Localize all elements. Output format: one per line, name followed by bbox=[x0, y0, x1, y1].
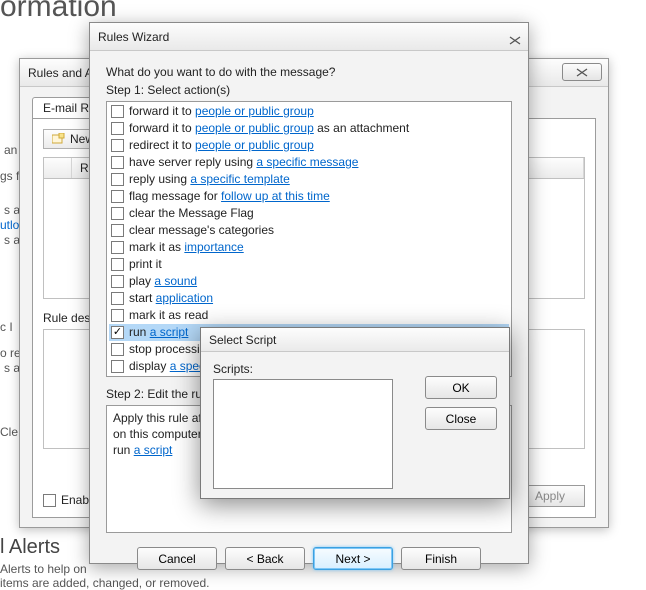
dialog-title: Select Script bbox=[209, 333, 276, 347]
scripts-listbox[interactable] bbox=[213, 379, 393, 489]
action-checkbox[interactable] bbox=[111, 173, 124, 186]
action-label: start application bbox=[129, 291, 213, 306]
action-label: mark it as importance bbox=[129, 240, 244, 255]
action-label: play a sound bbox=[129, 274, 197, 289]
action-row[interactable]: mark it as importance bbox=[109, 239, 509, 256]
action-checkbox[interactable] bbox=[111, 224, 124, 237]
scripts-label: Scripts: bbox=[213, 362, 413, 376]
close-icon bbox=[575, 68, 589, 77]
bg-text: Alerts to help on bbox=[0, 562, 87, 576]
action-value-link[interactable]: people or public group bbox=[195, 104, 314, 118]
select-script-dialog: Select Script Scripts: OK Close bbox=[200, 327, 510, 499]
action-label: forward it to people or public group as … bbox=[129, 121, 409, 136]
action-row[interactable]: print it bbox=[109, 256, 509, 273]
desc-text: run bbox=[113, 443, 134, 457]
action-checkbox[interactable] bbox=[111, 156, 124, 169]
close-button[interactable] bbox=[508, 27, 522, 55]
action-value-link[interactable]: a script bbox=[150, 325, 189, 339]
action-checkbox[interactable] bbox=[111, 139, 124, 152]
action-checkbox[interactable] bbox=[111, 190, 124, 203]
enable-rss-checkbox[interactable] bbox=[43, 494, 56, 507]
action-label: reply using a specific template bbox=[129, 172, 290, 187]
wizard-question: What do you want to do with the message? bbox=[106, 65, 512, 79]
ok-button[interactable]: OK bbox=[425, 376, 497, 399]
new-rule-icon bbox=[52, 133, 66, 145]
page-heading: ormation bbox=[0, 0, 117, 24]
action-row[interactable]: redirect it to people or public group bbox=[109, 137, 509, 154]
bg-text: an bbox=[4, 143, 17, 157]
cancel-button[interactable]: Cancel bbox=[137, 547, 217, 570]
action-label: redirect it to people or public group bbox=[129, 138, 314, 153]
action-value-link[interactable]: people or public group bbox=[195, 121, 314, 135]
action-checkbox[interactable] bbox=[111, 343, 124, 356]
action-checkbox[interactable] bbox=[111, 207, 124, 220]
action-row[interactable]: start application bbox=[109, 290, 509, 307]
action-value-link[interactable]: application bbox=[156, 291, 213, 305]
action-checkbox[interactable] bbox=[111, 360, 124, 373]
action-value-link[interactable]: a specific message bbox=[256, 155, 358, 169]
action-label: run a script bbox=[129, 325, 188, 340]
bg-text: s a bbox=[4, 233, 20, 247]
bg-text: utlo bbox=[0, 218, 19, 232]
action-value-link[interactable]: follow up at this time bbox=[221, 189, 330, 203]
dialog-title: Rules Wizard bbox=[98, 30, 169, 44]
action-value-link[interactable]: a sound bbox=[154, 274, 197, 288]
action-checkbox[interactable] bbox=[111, 275, 124, 288]
action-label: print it bbox=[129, 257, 162, 272]
bg-text: s a bbox=[4, 203, 20, 217]
action-value-link[interactable]: importance bbox=[184, 240, 243, 254]
dialog-titlebar[interactable]: Select Script bbox=[201, 328, 509, 352]
action-label: mark it as read bbox=[129, 308, 208, 323]
bg-text: c I bbox=[0, 320, 13, 334]
finish-button[interactable]: Finish bbox=[401, 547, 481, 570]
action-checkbox[interactable] bbox=[111, 122, 124, 135]
action-row[interactable]: clear message's categories bbox=[109, 222, 509, 239]
action-checkbox[interactable] bbox=[111, 105, 124, 118]
next-button[interactable]: Next > bbox=[313, 547, 393, 570]
close-button[interactable] bbox=[562, 63, 602, 81]
bg-text: gs f bbox=[0, 169, 19, 183]
bg-heading-alerts: l Alerts bbox=[0, 536, 60, 559]
action-label: clear message's categories bbox=[129, 223, 274, 238]
step1-label: Step 1: Select action(s) bbox=[106, 83, 512, 97]
action-row[interactable]: forward it to people or public group bbox=[109, 103, 509, 120]
action-row[interactable]: have server reply using a specific messa… bbox=[109, 154, 509, 171]
action-label: clear the Message Flag bbox=[129, 206, 254, 221]
back-button[interactable]: < Back bbox=[225, 547, 305, 570]
dialog-titlebar[interactable]: Rules Wizard bbox=[90, 23, 528, 51]
action-checkbox[interactable] bbox=[111, 292, 124, 305]
action-label: forward it to people or public group bbox=[129, 104, 314, 119]
close-button[interactable]: Close bbox=[425, 407, 497, 430]
action-row[interactable]: forward it to people or public group as … bbox=[109, 120, 509, 137]
action-row[interactable]: mark it as read bbox=[109, 307, 509, 324]
action-checkbox[interactable] bbox=[111, 241, 124, 254]
bg-text: s a bbox=[4, 361, 20, 375]
desc-link-script[interactable]: a script bbox=[134, 443, 173, 457]
action-row[interactable]: play a sound bbox=[109, 273, 509, 290]
action-label: flag message for follow up at this time bbox=[129, 189, 330, 204]
bg-text: Cle bbox=[0, 425, 18, 439]
close-icon bbox=[508, 36, 522, 45]
action-value-link[interactable]: a specific template bbox=[190, 172, 289, 186]
action-row[interactable]: flag message for follow up at this time bbox=[109, 188, 509, 205]
action-label: have server reply using a specific messa… bbox=[129, 155, 358, 170]
action-row[interactable]: reply using a specific template bbox=[109, 171, 509, 188]
action-checkbox[interactable] bbox=[111, 326, 124, 339]
action-checkbox[interactable] bbox=[111, 258, 124, 271]
action-value-link[interactable]: people or public group bbox=[195, 138, 314, 152]
action-checkbox[interactable] bbox=[111, 309, 124, 322]
action-row[interactable]: clear the Message Flag bbox=[109, 205, 509, 222]
